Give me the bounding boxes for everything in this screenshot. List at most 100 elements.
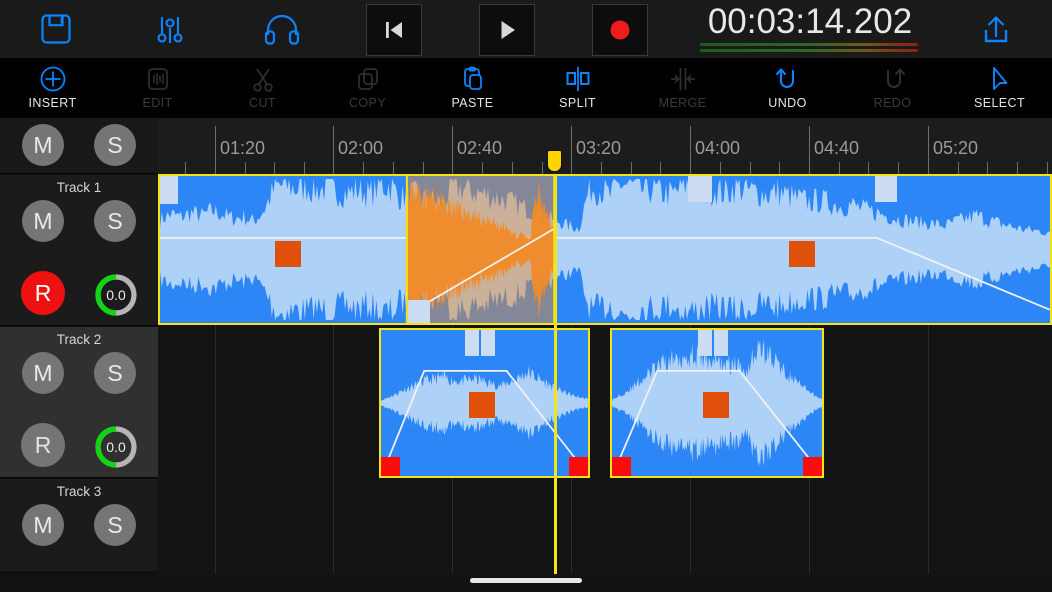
floppy-disk-icon	[39, 12, 73, 46]
ruler-minor-tick	[542, 162, 543, 174]
ruler-major-tick	[690, 126, 691, 174]
ruler-minor-tick	[482, 162, 483, 174]
ruler-minor-tick	[720, 162, 721, 174]
tool-edit-label: EDIT	[142, 96, 172, 110]
ruler-minor-tick	[660, 162, 661, 174]
gain-value-track-2: 0.0	[93, 424, 139, 470]
clip-handle-top-left-track-2-b[interactable]	[698, 330, 712, 356]
play-icon	[494, 17, 520, 43]
ruler-minor-tick	[363, 162, 364, 174]
clip-handle-top-right-track-2-b[interactable]	[714, 330, 728, 356]
gain-handle-track-1-b[interactable]	[789, 241, 815, 267]
save-button[interactable]	[28, 0, 84, 58]
ruler-minor-tick	[185, 162, 186, 174]
clip-handle-top-left-track-2-a[interactable]	[465, 330, 479, 356]
gain-value-track-1: 0.0	[93, 272, 139, 318]
share-button[interactable]	[968, 0, 1024, 58]
clip-handle-bottom-track-1[interactable]	[408, 300, 430, 324]
tool-select[interactable]: SELECT	[947, 58, 1052, 118]
ruler-major-tick	[809, 126, 810, 174]
solo-button-partial[interactable]: S	[94, 124, 136, 166]
track-header-2[interactable]: Track 2 M S R 0.0	[0, 327, 158, 478]
mute-button-track-3[interactable]: M	[22, 504, 64, 546]
record-button[interactable]	[592, 4, 648, 56]
track-header-3[interactable]: Track 3 M S	[0, 479, 158, 571]
fade-in-handle-track-2-b[interactable]	[612, 457, 631, 476]
clip-handle-top-mid-track-1[interactable]	[688, 176, 712, 202]
clip-handle-top-left-track-1[interactable]	[160, 176, 178, 204]
ruler-minor-tick	[631, 162, 632, 174]
solo-button-track-1[interactable]: S	[94, 200, 136, 242]
skip-to-start-button[interactable]	[366, 4, 422, 56]
mute-button-track-2[interactable]: M	[22, 352, 64, 394]
monitor-button[interactable]	[252, 0, 312, 58]
fade-out-handle-track-2-a[interactable]	[569, 457, 588, 476]
timeline-ruler[interactable]: 01:2002:0002:4003:2004:0004:4005:20	[158, 118, 1052, 175]
playhead-line[interactable]	[554, 174, 557, 574]
record-arm-button-track-2[interactable]: R	[21, 423, 65, 467]
paste-icon	[458, 63, 488, 95]
tool-cut[interactable]: CUT	[210, 58, 315, 118]
clip-track-1[interactable]	[158, 174, 1052, 325]
ruler-label: 01:20	[220, 138, 265, 159]
gain-handle-track-2-a[interactable]	[469, 392, 495, 418]
track-lanes[interactable]	[158, 174, 1052, 574]
ruler-minor-tick	[779, 162, 780, 174]
ruler-major-tick	[571, 126, 572, 174]
solo-button-track-3[interactable]: S	[94, 504, 136, 546]
solo-button-track-2[interactable]: S	[94, 352, 136, 394]
tool-undo-label: UNDO	[768, 96, 806, 110]
gain-handle-track-2-b[interactable]	[703, 392, 729, 418]
tool-copy[interactable]: COPY	[315, 58, 420, 118]
ruler-label: 02:00	[338, 138, 383, 159]
tool-redo[interactable]: REDO	[840, 58, 945, 118]
track-1-name: Track 1	[0, 180, 158, 195]
tool-paste[interactable]: PASTE	[420, 58, 525, 118]
fade-out-handle-track-2-b[interactable]	[803, 457, 822, 476]
ruler-label: 04:40	[814, 138, 859, 159]
ruler-minor-tick	[958, 162, 959, 174]
track-header-1[interactable]: Track 1 M S R 0.0	[0, 175, 158, 326]
clip-track-2-a[interactable]	[379, 328, 590, 478]
scissors-icon	[248, 63, 278, 95]
record-arm-button-track-1[interactable]: R	[21, 271, 65, 315]
ruler-label: 05:20	[933, 138, 978, 159]
audio-editor-app: 00:03:14.202 INSERT	[0, 0, 1052, 592]
tool-edit[interactable]: EDIT	[105, 58, 210, 118]
ruler-minor-tick	[987, 162, 988, 174]
ruler-minor-tick	[839, 162, 840, 174]
tool-split-label: SPLIT	[559, 96, 596, 110]
tool-merge[interactable]: MERGE	[630, 58, 735, 118]
play-button[interactable]	[479, 4, 535, 56]
track-header-column: M S Track 1 M S R 0.0 Track 2 M S R	[0, 118, 158, 574]
ruler-minor-tick	[1017, 162, 1018, 174]
tool-insert[interactable]: INSERT	[0, 58, 105, 118]
tool-select-label: SELECT	[974, 96, 1025, 110]
tool-split[interactable]: SPLIT	[525, 58, 630, 118]
mixer-button[interactable]	[142, 0, 198, 58]
gain-knob-track-2[interactable]: 0.0	[93, 424, 139, 470]
tool-insert-label: INSERT	[28, 96, 76, 110]
clip-track-2-b[interactable]	[610, 328, 824, 478]
gain-handle-track-1-a[interactable]	[275, 241, 301, 267]
waveform-box-icon	[143, 63, 173, 95]
ruler-minor-tick	[393, 162, 394, 174]
fade-in-handle-track-2-a[interactable]	[381, 457, 400, 476]
mute-button-track-1[interactable]: M	[22, 200, 64, 242]
tool-undo[interactable]: UNDO	[735, 58, 840, 118]
clip-handle-top-right-track-2-a[interactable]	[481, 330, 495, 356]
home-indicator[interactable]	[470, 578, 582, 583]
playhead-handle[interactable]	[547, 150, 562, 172]
gain-knob-track-1[interactable]: 0.0	[93, 272, 139, 318]
track-3-name: Track 3	[0, 484, 158, 499]
timecode-display[interactable]: 00:03:14.202	[694, 2, 926, 42]
clip-handle-top-right-track-1[interactable]	[875, 176, 897, 202]
ruler-minor-tick	[868, 162, 869, 174]
ruler-major-tick	[333, 126, 334, 174]
ruler-minor-tick	[245, 162, 246, 174]
ruler-major-tick	[928, 126, 929, 174]
ruler-minor-tick	[750, 162, 751, 174]
edit-toolbar: INSERT EDIT	[0, 58, 1052, 118]
share-export-icon	[979, 12, 1013, 46]
mute-button-partial[interactable]: M	[22, 124, 64, 166]
